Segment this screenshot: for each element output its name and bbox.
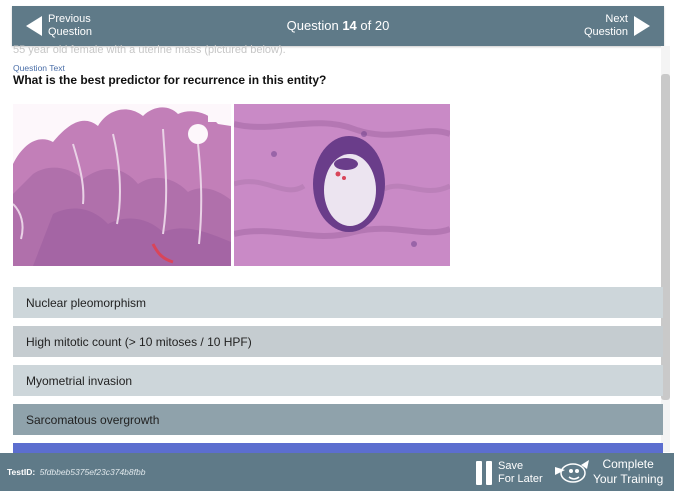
answer-option-1[interactable]: Nuclear pleomorphism: [13, 287, 663, 318]
submit-button[interactable]: [13, 443, 663, 453]
histology-image-high-power: [234, 104, 450, 266]
save-for-later-button[interactable]: Save For Later: [476, 459, 543, 487]
test-id: TestID: 5fdbbeb5375ef23c374b8fbb: [7, 467, 145, 477]
question-text-label: Question Text: [13, 63, 65, 73]
next-question-button[interactable]: Next Question: [584, 6, 650, 46]
histology-image-low-power: [13, 104, 231, 266]
next-question-label: Next Question: [583, 13, 628, 38]
complete-training-button[interactable]: Complete Your Training: [551, 456, 663, 488]
test-id-label: TestID:: [7, 467, 36, 477]
question-counter: Question 14 of 20: [286, 18, 390, 33]
mascot-logo-icon: [555, 460, 589, 483]
answer-option-4[interactable]: Sarcomatous overgrowth: [13, 404, 663, 435]
footer-bar: TestID: 5fdbbeb5375ef23c374b8fbb Save Fo…: [0, 453, 674, 491]
save-for-later-label: Save For Later: [498, 460, 543, 485]
test-id-value: 5fdbbeb5375ef23c374b8fbb: [39, 467, 146, 477]
chevron-right-icon: [634, 16, 650, 36]
question-stem: 55 year old female with a uterine mass (…: [13, 44, 286, 56]
question-number: 14: [342, 18, 357, 33]
answer-option-2[interactable]: High mitotic count (> 10 mitoses / 10 HP…: [13, 326, 663, 357]
question-text: What is the best predictor for recurrenc…: [13, 73, 327, 87]
complete-training-label: Complete Your Training: [593, 457, 664, 486]
top-navigation-bar: Previous Question Question 14 of 20 Next…: [12, 6, 664, 46]
pause-icon: [476, 461, 492, 485]
answer-option-3[interactable]: Myometrial invasion: [13, 365, 663, 396]
